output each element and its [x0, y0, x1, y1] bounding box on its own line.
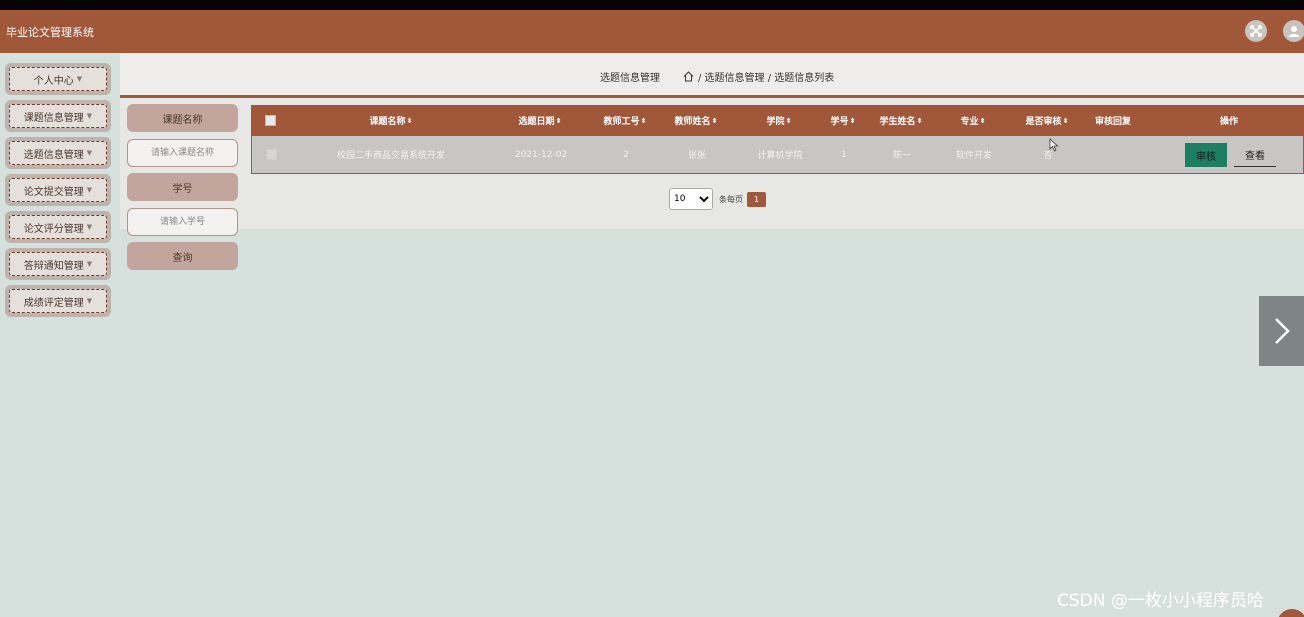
chevron-down-icon: ▼	[76, 75, 83, 83]
table-row: 校园二手商品交易系统开发 2021-12-02 2 张张 计算机学院 1 陈一 …	[251, 136, 1304, 174]
sort-icon: ⬍	[979, 116, 986, 125]
column-header-audited[interactable]: 是否审核 ⬍	[1013, 105, 1081, 136]
row-checkbox[interactable]	[266, 149, 277, 160]
topic-name-label: 课题名称	[127, 104, 238, 132]
column-header-date[interactable]: 选题日期 ⬍	[496, 105, 584, 136]
watermark: CSDN @一枚小小程序员哈	[1057, 591, 1264, 611]
chevron-right-icon	[1274, 318, 1290, 344]
sidebar-item-topic-info[interactable]: 课题信息管理 ▼	[5, 100, 111, 132]
column-header-reply: 审核回复	[1094, 117, 1131, 127]
chevron-down-icon: ▼	[86, 223, 93, 231]
page-number-button[interactable]: 1	[747, 191, 766, 207]
query-button[interactable]: 查询	[127, 242, 238, 270]
sidebar-item-thesis-scoring[interactable]: 论文评分管理 ▼	[5, 211, 111, 243]
breadcrumb-path[interactable]: / 选题信息管理 / 选题信息列表	[698, 69, 834, 84]
pagination: 10 条每页 1	[669, 188, 766, 210]
cell-student-name: 陈一	[892, 151, 911, 161]
column-header-teacher-no[interactable]: 教师工号 ⬍	[591, 105, 659, 136]
sidebar-item-label: 论文评分管理	[23, 223, 84, 235]
cell-date: 2021-12-02	[514, 149, 568, 160]
column-header-college[interactable]: 学院 ⬍	[741, 105, 817, 136]
sidebar-item-label: 个人中心	[33, 75, 74, 87]
page-title: 选题信息管理	[600, 73, 660, 84]
column-header-actions: 操作	[1219, 117, 1238, 127]
sort-icon: ⬍	[1062, 116, 1069, 125]
column-header-student-name[interactable]: 学生姓名 ⬍	[868, 105, 934, 136]
selection-table: 课题名称 ⬍ 选题日期 ⬍ 教师工号 ⬍ 教师姓名 ⬍ 学院 ⬍ 学号 ⬍ 学生姓名 ⬍ 专业…	[251, 105, 1304, 174]
sort-icon: ⬍	[406, 116, 413, 125]
next-arrow-button[interactable]	[1259, 296, 1304, 366]
per-page-label: 条每页	[719, 194, 743, 204]
cell-student-no: 1	[841, 149, 847, 160]
sidebar-item-label: 成绩评定管理	[23, 297, 84, 309]
table-header: 课题名称 ⬍ 选题日期 ⬍ 教师工号 ⬍ 教师姓名 ⬍ 学院 ⬍ 学号 ⬍ 学生姓名 ⬍ 专业…	[251, 105, 1304, 136]
sidebar-item-personal-center[interactable]: 个人中心 ▼	[5, 63, 111, 95]
sidebar-item-thesis-submission[interactable]: 论文提交管理 ▼	[5, 174, 111, 206]
cell-teacher-name: 张张	[687, 151, 706, 161]
sidebar-item-label: 论文提交管理	[23, 186, 84, 198]
student-no-input[interactable]	[127, 208, 238, 236]
chevron-down-icon: ▼	[86, 112, 93, 120]
select-all-checkbox[interactable]	[265, 115, 276, 126]
cell-teacher-no: 2	[623, 149, 629, 160]
header-bar: 毕业论文管理系统	[0, 10, 1304, 53]
column-header-topic[interactable]: 课题名称 ⬍	[331, 105, 451, 136]
sort-icon: ⬍	[916, 116, 923, 125]
column-header-major[interactable]: 专业 ⬍	[943, 105, 1003, 136]
column-header-teacher-name[interactable]: 教师姓名 ⬍	[662, 105, 730, 136]
top-strip	[0, 0, 1304, 10]
sidebar: 个人中心 ▼ 课题信息管理 ▼ 选题信息管理 ▼ 论文提交管理 ▼ 论文评分管理 ▼ 答辩…	[0, 53, 120, 617]
app-title: 毕业论文管理系统	[6, 26, 94, 39]
sidebar-item-grade-evaluation[interactable]: 成绩评定管理 ▼	[5, 285, 111, 317]
sort-icon: ⬍	[785, 116, 792, 125]
sidebar-item-label: 选题信息管理	[23, 149, 84, 161]
chevron-down-icon: ▼	[86, 260, 93, 268]
sidebar-item-label: 答辩通知管理	[23, 260, 84, 272]
breadcrumb-bar: 选题信息管理 / 选题信息管理 / 选题信息列表	[120, 53, 1304, 95]
cell-college: 计算机学院	[757, 151, 803, 161]
chevron-down-icon: ▼	[86, 149, 93, 157]
column-header-student-no[interactable]: 学号 ⬍	[821, 105, 865, 136]
topic-name-input[interactable]	[127, 139, 238, 167]
cell-topic: 校园二手商品交易系统开发	[336, 151, 445, 161]
fullscreen-icon[interactable]	[1245, 20, 1267, 42]
sort-icon: ⬍	[849, 116, 856, 125]
breadcrumb: / 选题信息管理 / 选题信息列表	[683, 69, 834, 84]
sidebar-item-defense-notice[interactable]: 答辩通知管理 ▼	[5, 248, 111, 280]
chevron-down-icon: ▼	[86, 297, 93, 305]
user-icon[interactable]	[1283, 20, 1304, 42]
view-button[interactable]: 查看	[1234, 143, 1276, 167]
student-no-label: 学号	[127, 173, 238, 201]
mouse-cursor-icon	[1049, 138, 1059, 152]
sort-icon: ⬍	[711, 116, 718, 125]
cell-audited: 否	[1043, 151, 1053, 161]
sort-icon: ⬍	[640, 116, 647, 125]
sort-icon: ⬍	[555, 116, 562, 125]
audit-button[interactable]: 审核	[1185, 143, 1227, 167]
chevron-down-icon: ▼	[86, 186, 93, 194]
sidebar-item-topic-selection[interactable]: 选题信息管理 ▼	[5, 137, 111, 169]
page-size-select[interactable]: 10	[669, 188, 713, 210]
home-icon[interactable]	[683, 71, 694, 82]
corner-badge	[1277, 609, 1304, 617]
cell-reply	[1084, 136, 1144, 173]
cell-major: 软件开发	[955, 151, 992, 161]
sidebar-item-label: 课题信息管理	[23, 112, 84, 124]
